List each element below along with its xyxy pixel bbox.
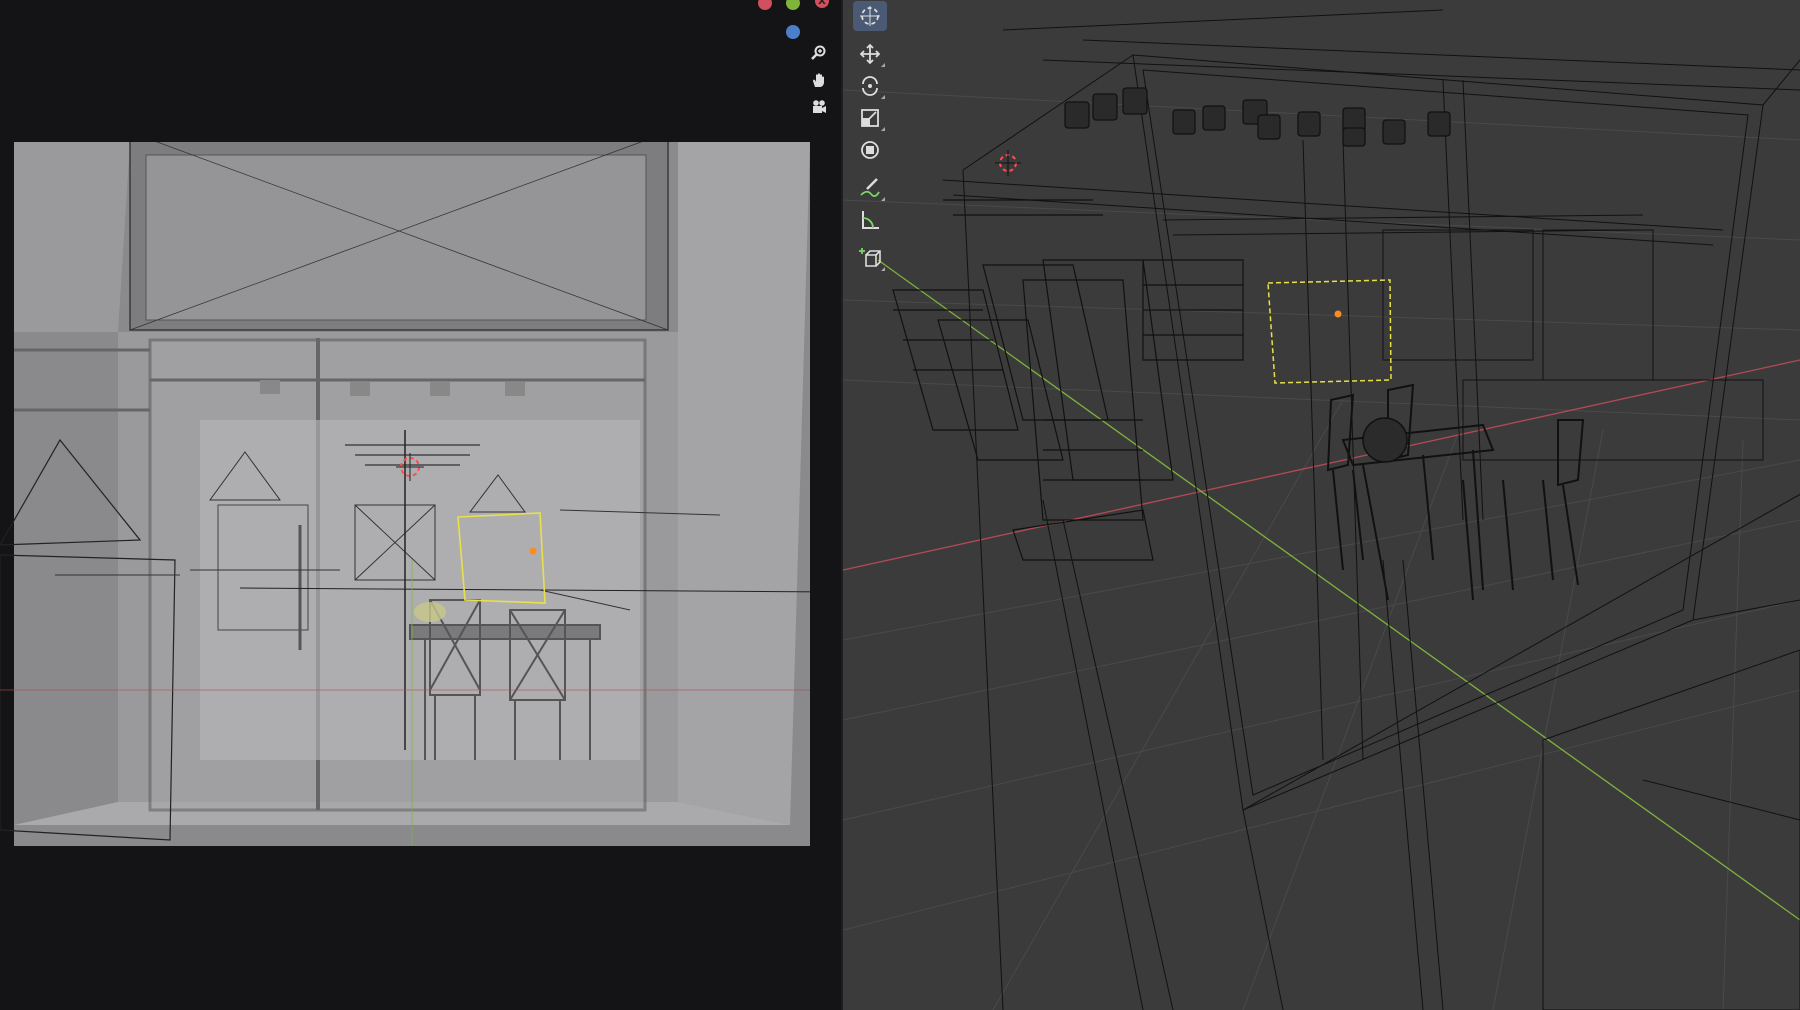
3d-cursor[interactable] [995, 150, 1021, 176]
axis-x-negative-handle[interactable] [758, 0, 772, 10]
measure-icon [862, 211, 879, 229]
axis-z-negative-handle[interactable] [786, 25, 800, 39]
left-upper-wall [14, 142, 130, 332]
y-axis-line [877, 259, 1800, 921]
scale-tool[interactable] [853, 103, 887, 133]
tool-shelf[interactable] [851, 0, 889, 274]
annotate-icon [860, 178, 880, 197]
perspective-viewport[interactable] [843, 0, 1800, 1010]
axis-x-label: X [818, 0, 826, 7]
floor-grid [843, 89, 1800, 1010]
navigation-gizmo[interactable]: X [745, 0, 840, 130]
camera-view-button[interactable] [807, 95, 831, 119]
transform-tool[interactable] [853, 135, 887, 165]
camera-viewport[interactable]: X [0, 0, 843, 1010]
ceiling-box-face [145, 154, 647, 321]
right-wall [678, 142, 810, 825]
add-cube-icon [859, 248, 881, 267]
rotate-icon [862, 76, 878, 96]
wireframe-scene[interactable] [843, 0, 1800, 1010]
transform-icon [861, 141, 879, 159]
active-origin-point[interactable] [529, 547, 537, 555]
active-origin-point[interactable] [1334, 310, 1342, 318]
zoom-button[interactable] [807, 41, 831, 65]
hand-icon [813, 73, 824, 87]
measure-tool[interactable] [853, 205, 887, 235]
axis-x-handle[interactable]: X [815, 0, 829, 8]
rotate-tool[interactable] [853, 71, 887, 101]
selected-object-outline[interactable] [1267, 279, 1392, 384]
scale-icon [861, 109, 879, 127]
move-icon [859, 43, 881, 65]
annotate-tool[interactable] [853, 173, 887, 203]
wireframe-sphere [1362, 417, 1408, 463]
add-cube-tool[interactable] [853, 243, 887, 273]
cursor-tool[interactable] [853, 1, 887, 31]
x-axis-line [843, 359, 1800, 571]
move-tool[interactable] [853, 39, 887, 69]
pan-button[interactable] [807, 68, 831, 92]
ceiling-lamp-cylinders [1064, 87, 1451, 147]
cursor-icon [860, 6, 880, 26]
magnifier-icon [811, 45, 826, 60]
camera-scene[interactable] [0, 0, 843, 1010]
wireframe-table-and-chairs [1326, 383, 1585, 601]
camera-icon [813, 100, 826, 113]
axis-y-handle[interactable] [786, 0, 800, 10]
